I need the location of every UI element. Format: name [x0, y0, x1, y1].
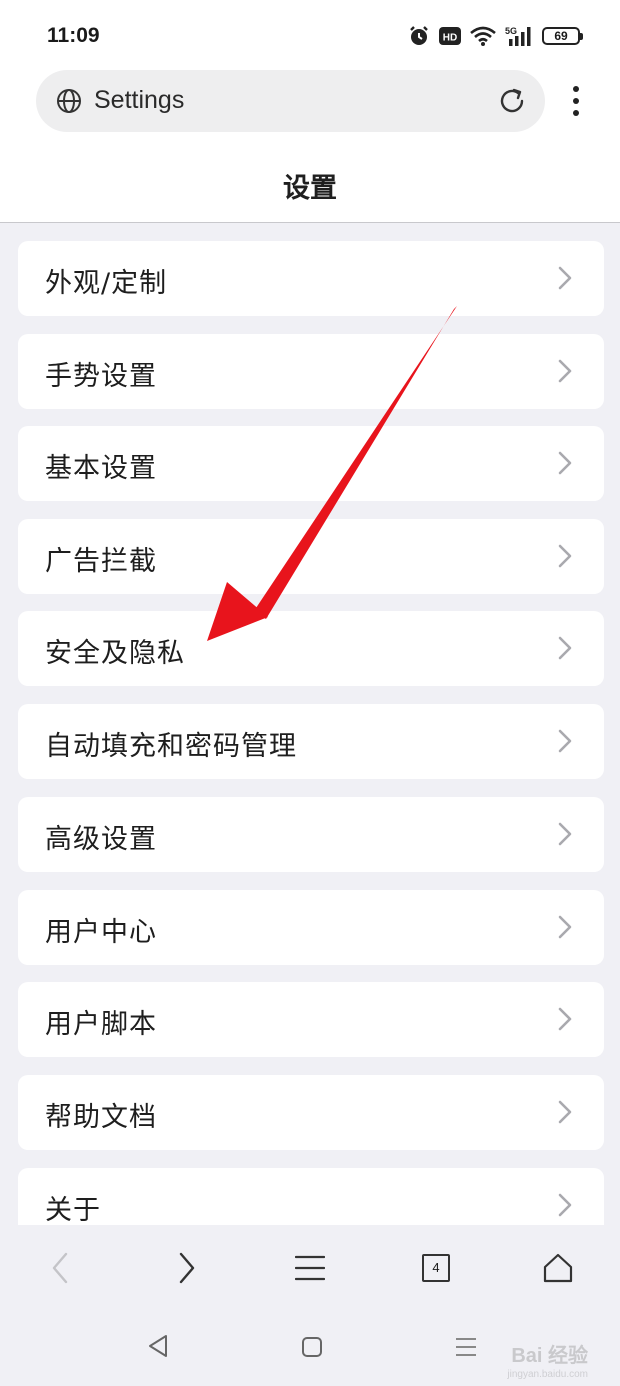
- settings-item-gestures[interactable]: 手势设置: [18, 334, 604, 409]
- settings-item-ad-block[interactable]: 广告拦截: [18, 519, 604, 594]
- back-button[interactable]: [40, 1250, 80, 1286]
- battery-indicator: 69: [542, 27, 583, 45]
- system-back-icon[interactable]: [147, 1334, 169, 1358]
- settings-item-label: 用户脚本: [45, 1009, 157, 1040]
- svg-text:5G: 5G: [505, 26, 517, 36]
- settings-item-label: 用户中心: [45, 917, 157, 948]
- system-navigation-bar: Bai 经验 jingyan.baidu.com: [0, 1310, 620, 1386]
- settings-item-basic[interactable]: 基本设置: [18, 426, 604, 501]
- settings-item-about[interactable]: 关于: [18, 1168, 604, 1225]
- settings-list: 外观/定制 手势设置 基本设置 广告拦截 安全及隐私 自动填充和密码管理 高级设…: [18, 241, 604, 1225]
- settings-item-label: 基本设置: [45, 453, 157, 484]
- chevron-right-icon: [558, 544, 572, 568]
- reload-icon[interactable]: [497, 86, 527, 116]
- signal-5g-icon: 5G: [505, 26, 531, 46]
- chevron-right-icon: [558, 1007, 572, 1031]
- chevron-right-icon: [558, 729, 572, 753]
- battery-level: 69: [554, 29, 568, 43]
- home-button[interactable]: [538, 1250, 578, 1286]
- system-home-icon[interactable]: [301, 1336, 323, 1358]
- watermark-url: jingyan.baidu.com: [507, 1369, 588, 1380]
- tabs-button[interactable]: 4: [416, 1250, 456, 1286]
- chevron-right-icon: [179, 1252, 195, 1284]
- chevron-right-icon: [558, 822, 572, 846]
- settings-item-label: 安全及隐私: [45, 638, 185, 669]
- settings-item-user-center[interactable]: 用户中心: [18, 890, 604, 965]
- status-icons: HD 5G 69: [408, 25, 583, 47]
- watermark: Bai 经验: [511, 1345, 588, 1367]
- menu-button[interactable]: [290, 1250, 330, 1286]
- header-divider: [0, 222, 620, 223]
- chevron-right-icon: [558, 1100, 572, 1124]
- hd-icon: HD: [439, 27, 461, 45]
- status-time: 11:09: [47, 24, 100, 47]
- chevron-right-icon: [558, 266, 572, 290]
- url-bar[interactable]: Settings: [36, 70, 545, 132]
- wifi-icon: [470, 26, 496, 46]
- settings-item-advanced[interactable]: 高级设置: [18, 797, 604, 872]
- top-area: 11:09 HD 5G 69 Settings 设置: [0, 0, 620, 223]
- hamburger-menu-icon: [295, 1255, 325, 1281]
- settings-item-user-scripts[interactable]: 用户脚本: [18, 982, 604, 1057]
- more-menu-icon[interactable]: [565, 84, 587, 118]
- settings-item-label: 高级设置: [45, 824, 157, 855]
- settings-item-label: 外观/定制: [45, 268, 168, 299]
- chevron-right-icon: [558, 636, 572, 660]
- settings-item-label: 广告拦截: [45, 546, 157, 577]
- svg-text:HD: HD: [443, 33, 457, 44]
- globe-icon: [57, 89, 81, 113]
- chevron-right-icon: [558, 915, 572, 939]
- chevron-right-icon: [558, 1193, 572, 1217]
- settings-item-label: 手势设置: [45, 361, 157, 392]
- settings-item-label: 关于: [45, 1195, 101, 1225]
- browser-toolbar: 4: [0, 1225, 620, 1310]
- settings-item-autofill-passwords[interactable]: 自动填充和密码管理: [18, 704, 604, 779]
- tab-count-badge: 4: [422, 1254, 450, 1282]
- settings-item-help-docs[interactable]: 帮助文档: [18, 1075, 604, 1150]
- settings-item-label: 自动填充和密码管理: [45, 731, 297, 762]
- settings-item-security-privacy[interactable]: 安全及隐私: [18, 611, 604, 686]
- forward-button[interactable]: [167, 1250, 207, 1286]
- chevron-right-icon: [558, 359, 572, 383]
- home-icon: [543, 1253, 573, 1283]
- status-bar: 11:09 HD 5G 69: [0, 0, 620, 70]
- page-title: 设置: [283, 173, 337, 204]
- system-recents-icon[interactable]: [455, 1336, 477, 1358]
- chevron-right-icon: [558, 451, 572, 475]
- settings-item-appearance[interactable]: 外观/定制: [18, 241, 604, 316]
- chevron-left-icon: [52, 1252, 68, 1284]
- url-text[interactable]: Settings: [94, 86, 184, 115]
- settings-item-label: 帮助文档: [45, 1102, 157, 1133]
- alarm-icon: [410, 26, 428, 45]
